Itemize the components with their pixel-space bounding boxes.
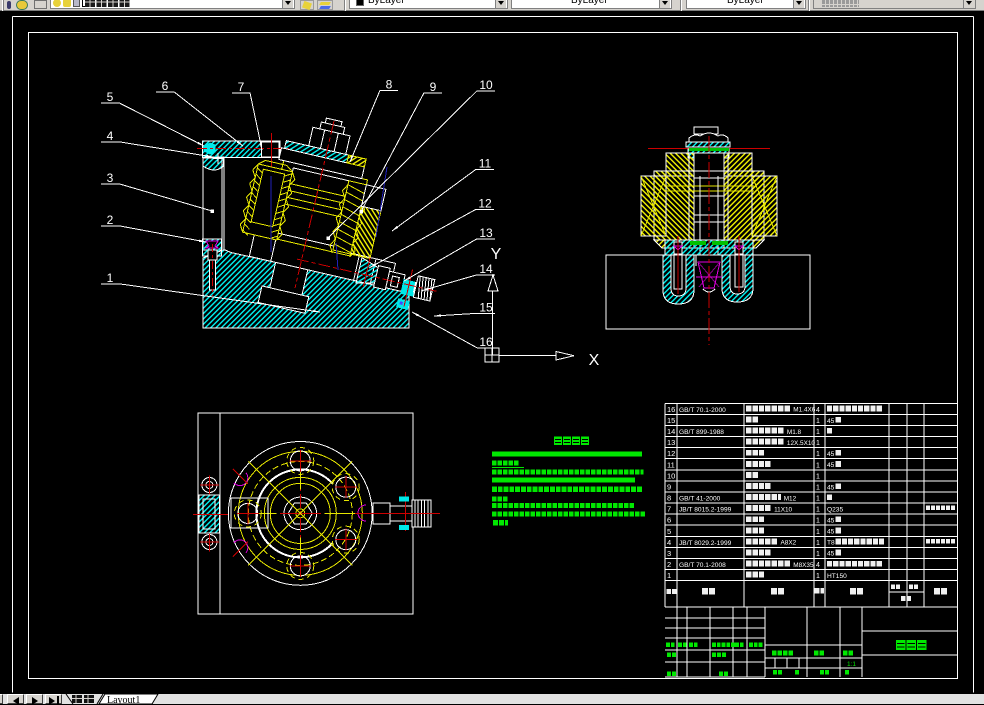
svg-text:5: 5 (107, 90, 114, 104)
svg-text:45: 45 (827, 418, 835, 425)
svg-text:1: 1 (816, 518, 820, 525)
svg-text:M12: M12 (784, 495, 797, 502)
svg-text:1: 1 (816, 440, 820, 447)
svg-text:1: 1 (816, 529, 820, 536)
svg-text:X: X (589, 352, 600, 369)
svg-text:13: 13 (479, 226, 493, 240)
svg-text:45: 45 (827, 462, 835, 469)
svg-text:1: 1 (816, 496, 820, 503)
svg-text:10: 10 (667, 471, 675, 480)
svg-text:Q235: Q235 (827, 506, 843, 513)
svg-text:1: 1 (107, 271, 114, 285)
svg-text:1: 1 (816, 418, 820, 425)
svg-text:8: 8 (386, 78, 393, 92)
svg-text:7: 7 (667, 505, 671, 514)
svg-text:M1.4X6: M1.4X6 (793, 407, 815, 414)
svg-text:15: 15 (667, 416, 675, 425)
svg-text:16: 16 (479, 335, 493, 349)
svg-text:3: 3 (107, 171, 114, 185)
svg-text:45: 45 (827, 551, 835, 558)
svg-text:12: 12 (667, 449, 675, 458)
svg-text:14: 14 (479, 262, 493, 276)
svg-text:6: 6 (162, 79, 169, 93)
svg-text:6: 6 (667, 516, 671, 525)
svg-text:4: 4 (816, 562, 820, 569)
svg-text:11: 11 (479, 157, 492, 171)
svg-text:45: 45 (827, 451, 835, 458)
svg-text:M1.8: M1.8 (787, 429, 802, 436)
svg-text:4: 4 (107, 129, 114, 143)
svg-text:12: 12 (478, 197, 492, 211)
svg-text:HT150: HT150 (827, 573, 847, 580)
svg-text:1: 1 (816, 429, 820, 436)
svg-text:16: 16 (667, 405, 675, 414)
svg-text:4: 4 (667, 538, 671, 547)
svg-text:15: 15 (479, 301, 493, 315)
svg-text:JB/T 8015.2-1999: JB/T 8015.2-1999 (679, 507, 732, 514)
svg-text:5: 5 (667, 527, 671, 536)
svg-text:1:1: 1:1 (847, 661, 856, 668)
svg-text:GB/T 899-1988: GB/T 899-1988 (679, 429, 724, 436)
svg-text:12X.5X10: 12X.5X10 (787, 440, 816, 447)
svg-text:7: 7 (238, 80, 245, 94)
svg-text:14: 14 (667, 427, 675, 436)
svg-text:1: 1 (816, 573, 820, 580)
svg-text:GB/T 70.1-2008: GB/T 70.1-2008 (679, 562, 726, 569)
svg-text:1: 1 (816, 462, 820, 469)
svg-text:11: 11 (667, 460, 675, 469)
svg-text:1: 1 (816, 451, 820, 458)
svg-text:3: 3 (667, 549, 671, 558)
svg-text:Y: Y (491, 246, 502, 263)
svg-text:45: 45 (827, 484, 835, 491)
svg-text:M8X35: M8X35 (793, 562, 814, 569)
svg-text:8: 8 (667, 494, 671, 503)
svg-text:1: 1 (667, 571, 671, 580)
svg-text:2: 2 (107, 213, 114, 227)
svg-text:10: 10 (479, 78, 493, 92)
svg-text:1: 1 (816, 507, 820, 514)
svg-text:45: 45 (827, 529, 835, 536)
svg-text:13: 13 (667, 438, 675, 447)
svg-text:9: 9 (430, 80, 437, 94)
svg-text:1: 1 (816, 484, 820, 491)
svg-text:GB/T 70.1-2000: GB/T 70.1-2000 (679, 407, 726, 414)
svg-text:9: 9 (667, 482, 671, 491)
svg-text:JB/T 8029.2-1999: JB/T 8029.2-1999 (679, 540, 732, 547)
svg-text:11X10: 11X10 (774, 506, 792, 513)
svg-text:A8X2: A8X2 (781, 540, 797, 547)
svg-text:Layout1: Layout1 (107, 695, 140, 704)
svg-text:GB/T 41-2000: GB/T 41-2000 (679, 496, 721, 503)
svg-text:1: 1 (816, 551, 820, 558)
svg-text:4: 4 (816, 407, 820, 414)
svg-text:T8: T8 (827, 540, 835, 547)
svg-text:45: 45 (827, 518, 835, 525)
svg-text:1: 1 (816, 473, 820, 480)
svg-text:1: 1 (816, 540, 820, 547)
svg-text:2: 2 (667, 560, 671, 569)
